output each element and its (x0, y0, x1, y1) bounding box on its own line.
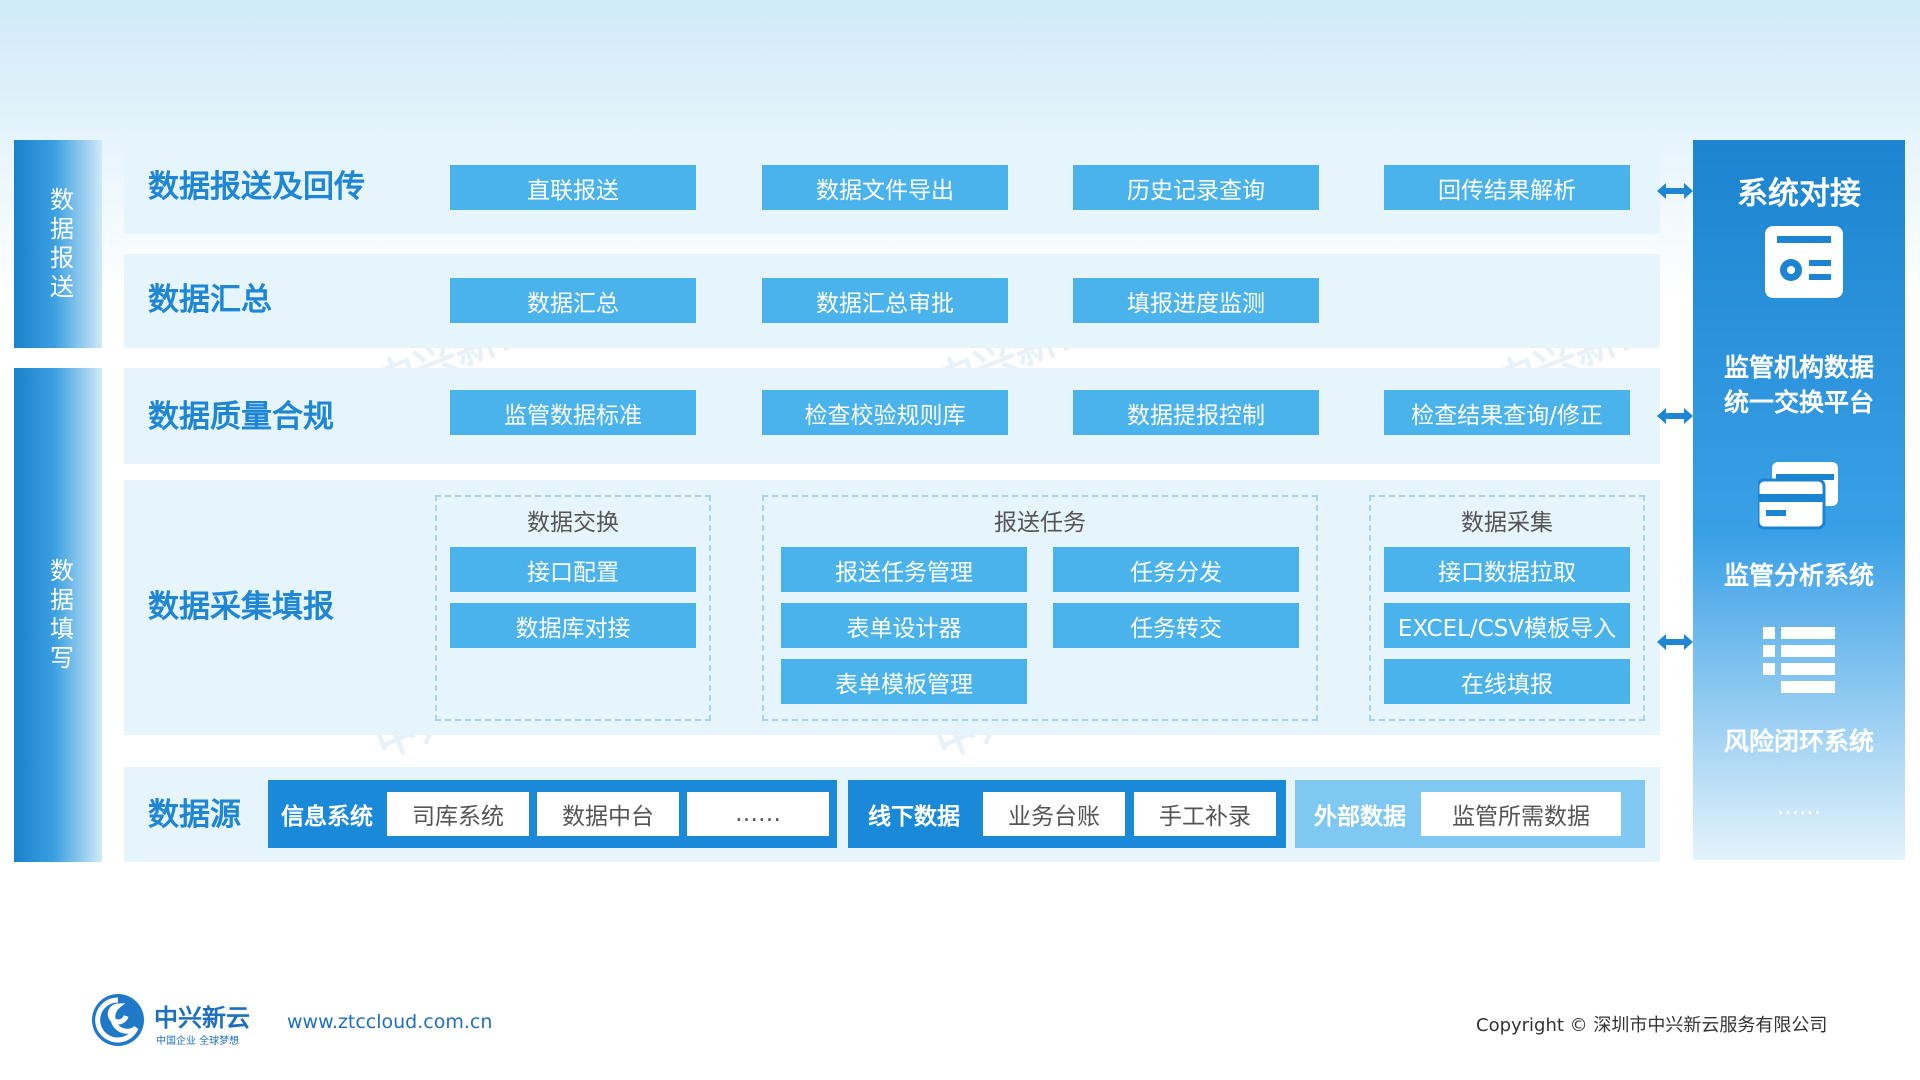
source-offline-label: 线下数据 (868, 804, 960, 830)
row-title-source: 数据源 (148, 797, 241, 833)
group-title-task: 报送任务 (994, 510, 1086, 536)
btn-progress-monitor[interactable]: 填报进度监测 (1073, 278, 1319, 323)
sidebar-fill: 数 据 填 写 (14, 368, 102, 862)
double-arrow-icon (1657, 183, 1693, 199)
source-item-treasury[interactable]: 司库系统 (387, 792, 529, 836)
system-analysis: 监管分析系统 (1723, 561, 1874, 590)
source-item-data-platform[interactable]: 数据中台 (537, 792, 679, 836)
system-risk: 风险闭环系统 (1723, 727, 1874, 756)
sidebar-char: 据 (50, 215, 74, 244)
footer-url[interactable]: www.ztccloud.com.cn (287, 1011, 492, 1033)
btn-summary[interactable]: 数据汇总 (450, 278, 696, 323)
logo-text: 中兴新云 (154, 1004, 250, 1032)
source-item-manual[interactable]: 手工补录 (1134, 792, 1276, 836)
system-exchange-platform: 监管机构数据统一交换平台 (1723, 353, 1874, 417)
logo-subtext: 中国企业 全球梦想 (156, 1036, 240, 1047)
btn-return-parse[interactable]: 回传结果解析 (1384, 165, 1630, 210)
btn-result-query[interactable]: 检查结果查询/修正 (1384, 390, 1630, 435)
source-info-label: 信息系统 (281, 804, 373, 830)
source-item-ledger[interactable]: 业务台账 (983, 792, 1125, 836)
double-arrow-icon (1657, 634, 1693, 650)
btn-task-manage[interactable]: 报送任务管理 (781, 547, 1027, 592)
double-arrow-icon (1657, 408, 1693, 424)
group-title-exchange: 数据交换 (527, 510, 619, 536)
btn-task-dispatch[interactable]: 任务分发 (1053, 547, 1299, 592)
btn-data-standard[interactable]: 监管数据标准 (450, 390, 696, 435)
sidebar-char: 数 (50, 186, 74, 215)
btn-interface-config[interactable]: 接口配置 (450, 547, 696, 592)
ztccloud-logo-icon (92, 994, 144, 1046)
btn-interface-pull[interactable]: 接口数据拉取 (1384, 547, 1630, 592)
btn-template-manage[interactable]: 表单模板管理 (781, 659, 1027, 704)
sidebar-char: 据 (50, 586, 74, 615)
source-item-regulatory[interactable]: 监管所需数据 (1421, 792, 1621, 836)
footer-copyright: Copyright © 深圳市中兴新云服务有限公司 (1476, 1015, 1828, 1036)
btn-summary-approval[interactable]: 数据汇总审批 (762, 278, 1008, 323)
source-item-more[interactable]: …… (687, 792, 829, 836)
sidebar-char: 写 (50, 643, 74, 672)
sidebar-char: 报 (50, 244, 74, 272)
sidebar-char: 数 (50, 557, 74, 586)
settings-card-icon (1765, 226, 1843, 298)
row-title-quality: 数据质量合规 (148, 399, 334, 435)
cards-icon (1758, 462, 1838, 530)
btn-database-connect[interactable]: 数据库对接 (450, 603, 696, 648)
sidebar-report: 数 据 报 送 (14, 140, 102, 348)
list-icon (1763, 627, 1835, 693)
row-title-report: 数据报送及回传 (148, 169, 365, 205)
btn-excel-import[interactable]: EXCEL/CSV模板导入 (1384, 603, 1630, 648)
row-title-summary: 数据汇总 (148, 282, 272, 318)
btn-direct-report[interactable]: 直联报送 (450, 165, 696, 210)
btn-rule-library[interactable]: 检查校验规则库 (762, 390, 1008, 435)
system-panel-title: 系统对接 (1737, 176, 1861, 212)
row-title-collect: 数据采集填报 (148, 589, 334, 625)
btn-form-designer[interactable]: 表单设计器 (781, 603, 1027, 648)
group-title-gather: 数据采集 (1461, 510, 1553, 536)
btn-online-fill[interactable]: 在线填报 (1384, 659, 1630, 704)
sidebar-char: 填 (50, 615, 74, 643)
sidebar-char: 送 (50, 272, 74, 301)
source-external-label: 外部数据 (1314, 804, 1406, 830)
btn-submit-control[interactable]: 数据提报控制 (1073, 390, 1319, 435)
btn-file-export[interactable]: 数据文件导出 (762, 165, 1008, 210)
btn-history-query[interactable]: 历史记录查询 (1073, 165, 1319, 210)
system-more: …… (1777, 795, 1821, 820)
btn-task-transfer[interactable]: 任务转交 (1053, 603, 1299, 648)
